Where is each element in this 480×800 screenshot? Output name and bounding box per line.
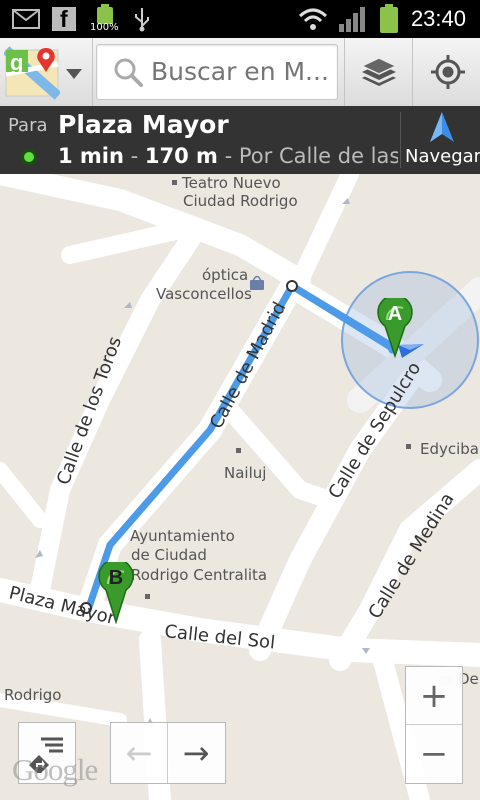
zoom-controls: + − bbox=[405, 666, 463, 784]
route-details: 1 min - 170 m - Por Calle de las ... bbox=[58, 144, 398, 168]
minus-icon: − bbox=[419, 733, 449, 774]
street-label-calle-de-sepulcro: Calle de Sepulcro bbox=[324, 358, 425, 502]
google-logo: Google bbox=[12, 752, 98, 787]
poi-dot bbox=[236, 448, 241, 453]
shopping-bag-icon bbox=[250, 275, 264, 290]
route-distance: 170 m bbox=[144, 144, 218, 168]
poi-label: óptica bbox=[202, 266, 248, 284]
next-step-button[interactable]: → bbox=[168, 723, 224, 783]
poi-label: Edyciba bbox=[420, 440, 479, 458]
chevron-down-icon bbox=[66, 66, 82, 79]
destination-name: Plaza Mayor bbox=[58, 110, 229, 139]
to-label: Para bbox=[8, 115, 48, 136]
status-bar: f 100% 23:40 bbox=[0, 0, 480, 38]
battery-percent-label: 100% bbox=[90, 22, 119, 33]
maps-logo-button[interactable]: g bbox=[2, 44, 88, 100]
previous-step-button[interactable]: ← bbox=[111, 723, 167, 783]
street-label-calle-de-medina: Calle de Medina bbox=[364, 489, 458, 622]
poi-dot bbox=[406, 444, 411, 449]
poi-label: Rodrigo bbox=[4, 686, 61, 704]
separator: - bbox=[224, 144, 233, 168]
svg-text:g: g bbox=[10, 50, 23, 75]
navigate-label: Navegar bbox=[405, 146, 480, 167]
arrow-right-icon: → bbox=[182, 734, 210, 772]
battery-full-icon: 100% bbox=[90, 4, 120, 34]
layers-button[interactable] bbox=[346, 38, 410, 106]
search-input[interactable] bbox=[151, 53, 331, 89]
signal-icon bbox=[338, 6, 366, 32]
poi-label: Rodrigo Centralita bbox=[131, 566, 267, 584]
poi-label: Ciudad Rodrigo bbox=[183, 192, 298, 210]
navigate-divider bbox=[400, 112, 401, 168]
start-marker-label: A bbox=[387, 303, 403, 325]
google-maps-logo-icon: g bbox=[2, 44, 62, 100]
street-label-calle-de-los-toros: Calle de los Toros bbox=[53, 334, 126, 488]
zoom-in-button[interactable]: + bbox=[406, 667, 462, 724]
gps-status-icon bbox=[20, 148, 38, 166]
wifi-icon bbox=[298, 6, 328, 32]
street-label-calle-de-madrid: Calle de Madrid bbox=[206, 298, 290, 432]
route-duration: 1 min bbox=[58, 144, 124, 168]
zoom-out-button[interactable]: − bbox=[406, 725, 462, 782]
my-location-button[interactable] bbox=[414, 38, 480, 106]
step-navigation: ← → bbox=[110, 722, 226, 784]
clock: 23:40 bbox=[410, 6, 466, 31]
street-label-calle-del-sol: Calle del Sol bbox=[163, 621, 276, 653]
toolbar-divider bbox=[92, 38, 93, 106]
separator: - bbox=[130, 144, 139, 168]
poi-label: Teatro Nuevo bbox=[181, 174, 281, 192]
search-box[interactable] bbox=[96, 44, 338, 100]
layers-icon bbox=[360, 54, 398, 92]
gmail-icon bbox=[12, 9, 40, 29]
toolbar-divider bbox=[412, 38, 413, 106]
route-summary-bar[interactable]: Para Plaza Mayor 1 min - 170 m - Por Cal… bbox=[0, 106, 480, 174]
route-end-marker[interactable]: B bbox=[98, 558, 134, 625]
navigate-button[interactable]: Navegar bbox=[402, 106, 480, 174]
poi-label: Nailuj bbox=[224, 464, 266, 482]
poi-label: Vasconcellos bbox=[156, 285, 252, 303]
poi-label: de Ciudad bbox=[131, 546, 207, 564]
navigation-arrow-icon bbox=[430, 112, 454, 142]
arrow-left-icon: ← bbox=[125, 734, 153, 772]
poi-label: Ayuntamiento bbox=[130, 527, 235, 545]
plus-icon: + bbox=[419, 675, 449, 716]
route-start-marker[interactable]: A bbox=[377, 294, 413, 359]
search-icon bbox=[113, 57, 143, 87]
route-via: Por Calle de las ... bbox=[238, 144, 398, 168]
my-location-icon bbox=[430, 54, 466, 90]
usb-icon bbox=[132, 6, 152, 32]
poi-dot bbox=[145, 594, 150, 599]
end-marker-label: B bbox=[108, 567, 124, 589]
facebook-icon: f bbox=[52, 6, 76, 32]
toolbar-divider bbox=[344, 38, 345, 106]
maps-toolbar: g bbox=[0, 38, 480, 107]
poi-dot bbox=[172, 180, 177, 185]
battery-icon bbox=[378, 4, 400, 34]
